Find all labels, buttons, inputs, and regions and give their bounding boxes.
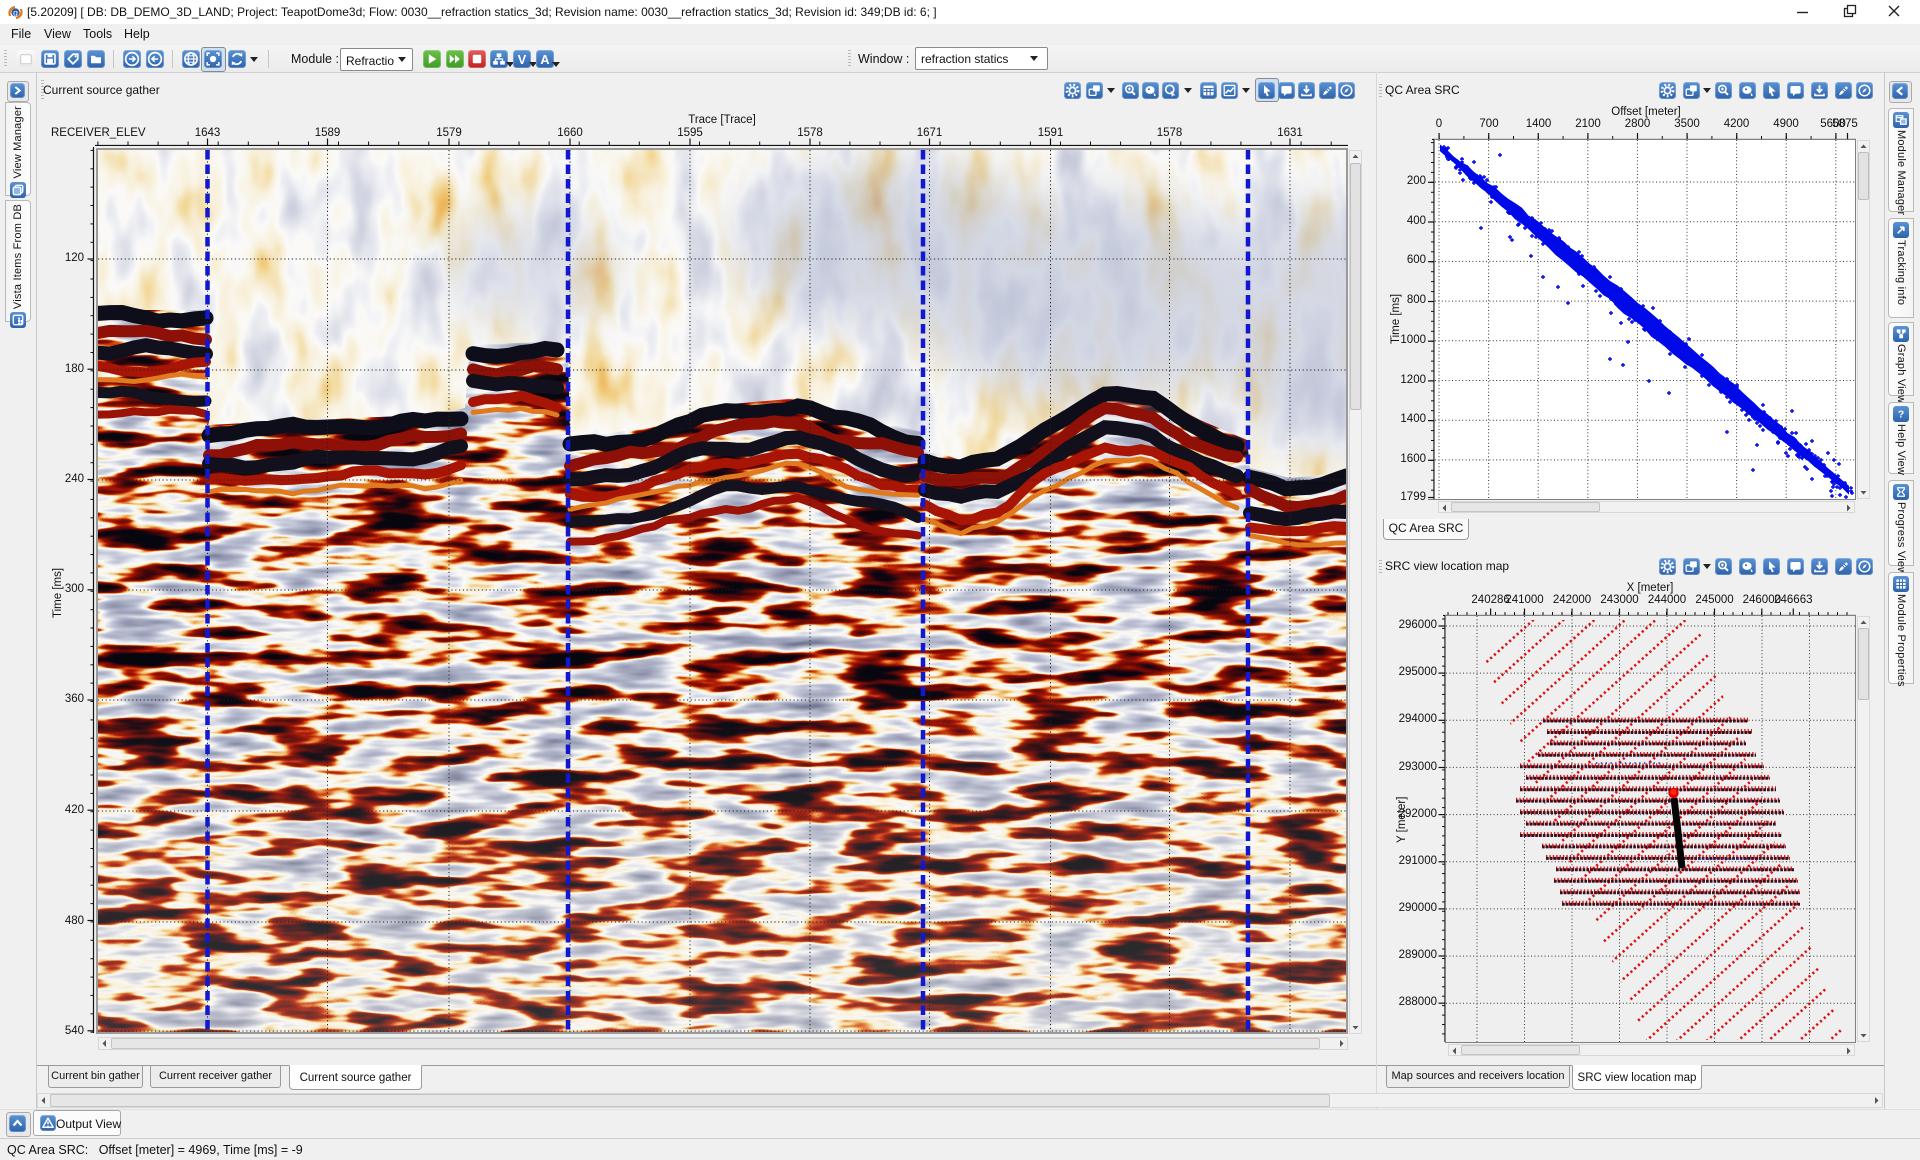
svg-text:A: A: [540, 53, 549, 67]
svg-text:V: V: [518, 53, 527, 67]
svg-text:?: ?: [1898, 410, 1904, 421]
svg-text:g: g: [13, 8, 18, 18]
